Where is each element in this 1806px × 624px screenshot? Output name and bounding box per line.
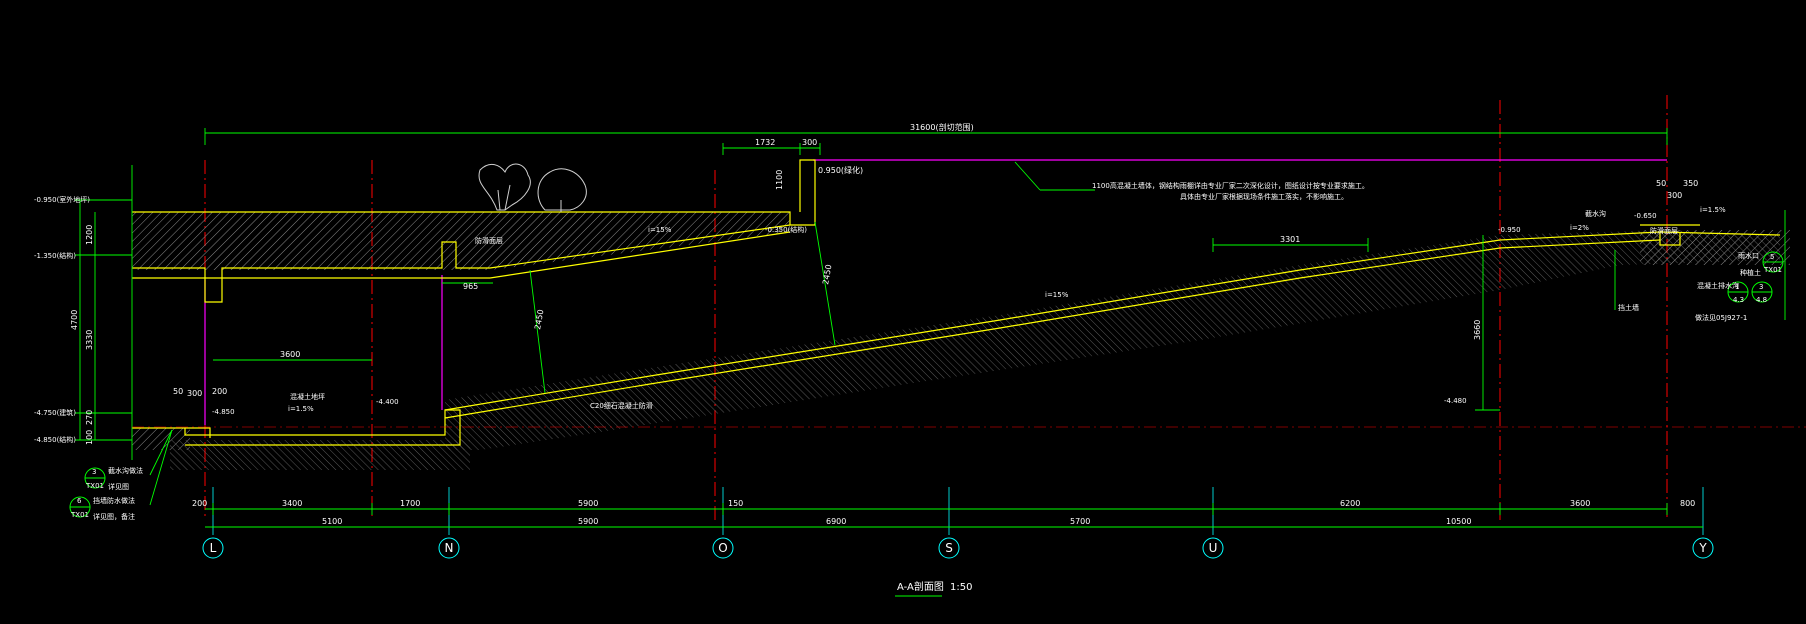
axis-bubble-s: S — [938, 537, 960, 559]
slope-r1: i=2% — [1570, 224, 1589, 232]
callout-4-bot: 4.8 — [1756, 296, 1767, 304]
callout-4-top: 3 — [1759, 283, 1763, 291]
r-label-6: 挡土墙 — [1618, 303, 1639, 312]
axis-bubbles[interactable]: L N O S U Y — [202, 537, 1714, 559]
bottom-dim: 10500 — [1446, 517, 1471, 526]
bottom-dim: 800 — [1680, 499, 1695, 508]
bottom-dim: 3600 — [1570, 499, 1590, 508]
callout-2-text2: 详见图，备注 — [93, 512, 135, 521]
dim-270: 270 — [85, 410, 94, 425]
bottom-dim: 5900 — [578, 499, 598, 508]
r-label-5: 种植土 — [1740, 268, 1761, 277]
axis-bubble-l: L — [202, 537, 224, 559]
r-label-4: 做法见05J927-1 — [1695, 313, 1747, 322]
callout-2-top: 6 — [77, 497, 82, 505]
top-dimension: 31600(剖切范围) — [910, 122, 974, 132]
drain-left-2: 防滑面层 — [475, 236, 503, 245]
bottom-dimension-row-2: 5100 5900 6900 5700 10500 — [322, 517, 1471, 526]
level-m4400: -4.400 — [376, 398, 399, 406]
bottom-dim: 200 — [192, 499, 207, 508]
callout-1-top: 3 — [92, 468, 96, 476]
bottom-dim: 6900 — [826, 517, 846, 526]
drawing-title-block: A-A剖面图 1:50 — [895, 580, 972, 597]
axis-label-y: Y — [1698, 541, 1707, 555]
slope-small: i=1.5% — [288, 405, 314, 413]
r-label-2: 防滑面层 — [1650, 226, 1678, 235]
bottom-dim: 5700 — [1070, 517, 1090, 526]
axis-label-l: L — [210, 541, 217, 555]
callout-1-bot: TX01 — [85, 482, 104, 490]
dim-50: 50 — [1656, 179, 1666, 188]
level-m0950r: -0.950 — [1498, 226, 1521, 234]
axis-label-o: O — [718, 541, 727, 555]
axis-label-n: N — [445, 541, 454, 555]
dim-3330: 3330 — [85, 330, 94, 350]
slope-1: i=15% — [648, 226, 672, 234]
axis-bubble-n: N — [438, 537, 460, 559]
level-4: -4.850(结构) — [34, 435, 76, 444]
dim-2450b: 2450 — [821, 264, 833, 286]
callout-2-text: 挡墙防水做法 — [93, 496, 135, 505]
axis-gridlines — [212, 487, 1704, 535]
slope-r2: i=1.5% — [1700, 206, 1726, 214]
drawing-scale: 1:50 — [950, 582, 972, 593]
dim-300b: 300 — [1667, 191, 1682, 200]
dim-1100: 1100 — [775, 170, 784, 190]
axis-bubble-y: Y — [1692, 537, 1714, 559]
level-m4480: -4.480 — [1444, 397, 1467, 405]
dim-200a: 200 — [212, 387, 227, 396]
callout-texts: 3 TX01 截水沟做法 详见图 6 TX01 挡墙防水做法 详见图，备注 1 … — [70, 253, 1782, 521]
level-3: -4.750(建筑) — [34, 408, 76, 417]
cad-section-drawing: L N O S U Y 31600(剖切范围) 1732 300 1100 0.… — [34, 95, 1806, 597]
dim-300a: 300 — [187, 389, 202, 398]
axis-label-s: S — [945, 541, 953, 555]
level-1: -0.950(室外地坪) — [34, 195, 90, 204]
dim-3600: 3600 — [280, 350, 300, 359]
axis-bubble-o: O — [712, 537, 734, 559]
ramp-note: C20细石混凝土防滑 — [590, 401, 653, 410]
axis-label-u: U — [1209, 541, 1218, 555]
dim-3660: 3660 — [1473, 320, 1482, 340]
level-m0350: -0.350(结构) — [765, 225, 807, 234]
dim-350: 350 — [1683, 179, 1698, 188]
dim-1732: 1732 — [755, 138, 775, 147]
callout-1-text: 截水沟做法 — [108, 466, 143, 475]
dim-300: 300 — [802, 138, 817, 147]
bottom-dimension-row-1: 200 3400 1700 5900 150 6200 3600 800 — [192, 499, 1695, 508]
r-label-7: 雨水口 — [1738, 251, 1759, 260]
callout-5-top: 5 — [1770, 253, 1774, 261]
bottom-dim: 3400 — [282, 499, 302, 508]
bottom-dim: 5900 — [578, 517, 598, 526]
level-m4850b: -4.850 — [212, 408, 235, 416]
dim-4700: 4700 — [70, 310, 79, 330]
dim-3301: 3301 — [1280, 235, 1300, 244]
level-m0650: -0.650 — [1634, 212, 1657, 220]
drawing-title: A-A剖面图 — [897, 580, 944, 593]
callout-3-bot: 4.3 — [1733, 296, 1744, 304]
bottom-dim: 6200 — [1340, 499, 1360, 508]
level-2: -1.350(结构) — [34, 251, 76, 260]
dim-1200: 1200 — [85, 225, 94, 245]
dim-965: 965 — [463, 282, 478, 291]
callout-3-top: 1 — [1735, 283, 1739, 291]
callout-1-text2: 详见图 — [108, 482, 129, 491]
callout-5-bot: TX01 — [1763, 266, 1782, 274]
bottom-dim: 5100 — [322, 517, 342, 526]
dim-100: 100 — [85, 430, 94, 445]
bottom-dim: 150 — [728, 499, 743, 508]
dim-50a: 50 — [173, 387, 183, 396]
r-label-3: 混凝土排水沟 — [1697, 281, 1739, 290]
note-1: 1100高混凝土墙体，钢结构雨棚详由专业厂家二次深化设计，图纸设计按专业要求施工… — [1092, 181, 1369, 190]
callout-2-bot: TX01 — [70, 511, 89, 519]
axis-bubble-u: U — [1202, 537, 1224, 559]
bottom-dim: 1700 — [400, 499, 420, 508]
slope-2: i=15% — [1045, 291, 1069, 299]
note-2: 具体由专业厂家根据现场条件施工落实，不影响施工。 — [1180, 192, 1348, 201]
drain-left: 混凝土地坪 — [290, 392, 325, 401]
tree-icon — [478, 163, 587, 212]
callout-circles — [69, 251, 1784, 518]
dim-0950: 0.950(绿化) — [818, 165, 863, 175]
soil-hatch — [132, 212, 1790, 470]
r-label-1: 截水沟 — [1585, 209, 1606, 218]
